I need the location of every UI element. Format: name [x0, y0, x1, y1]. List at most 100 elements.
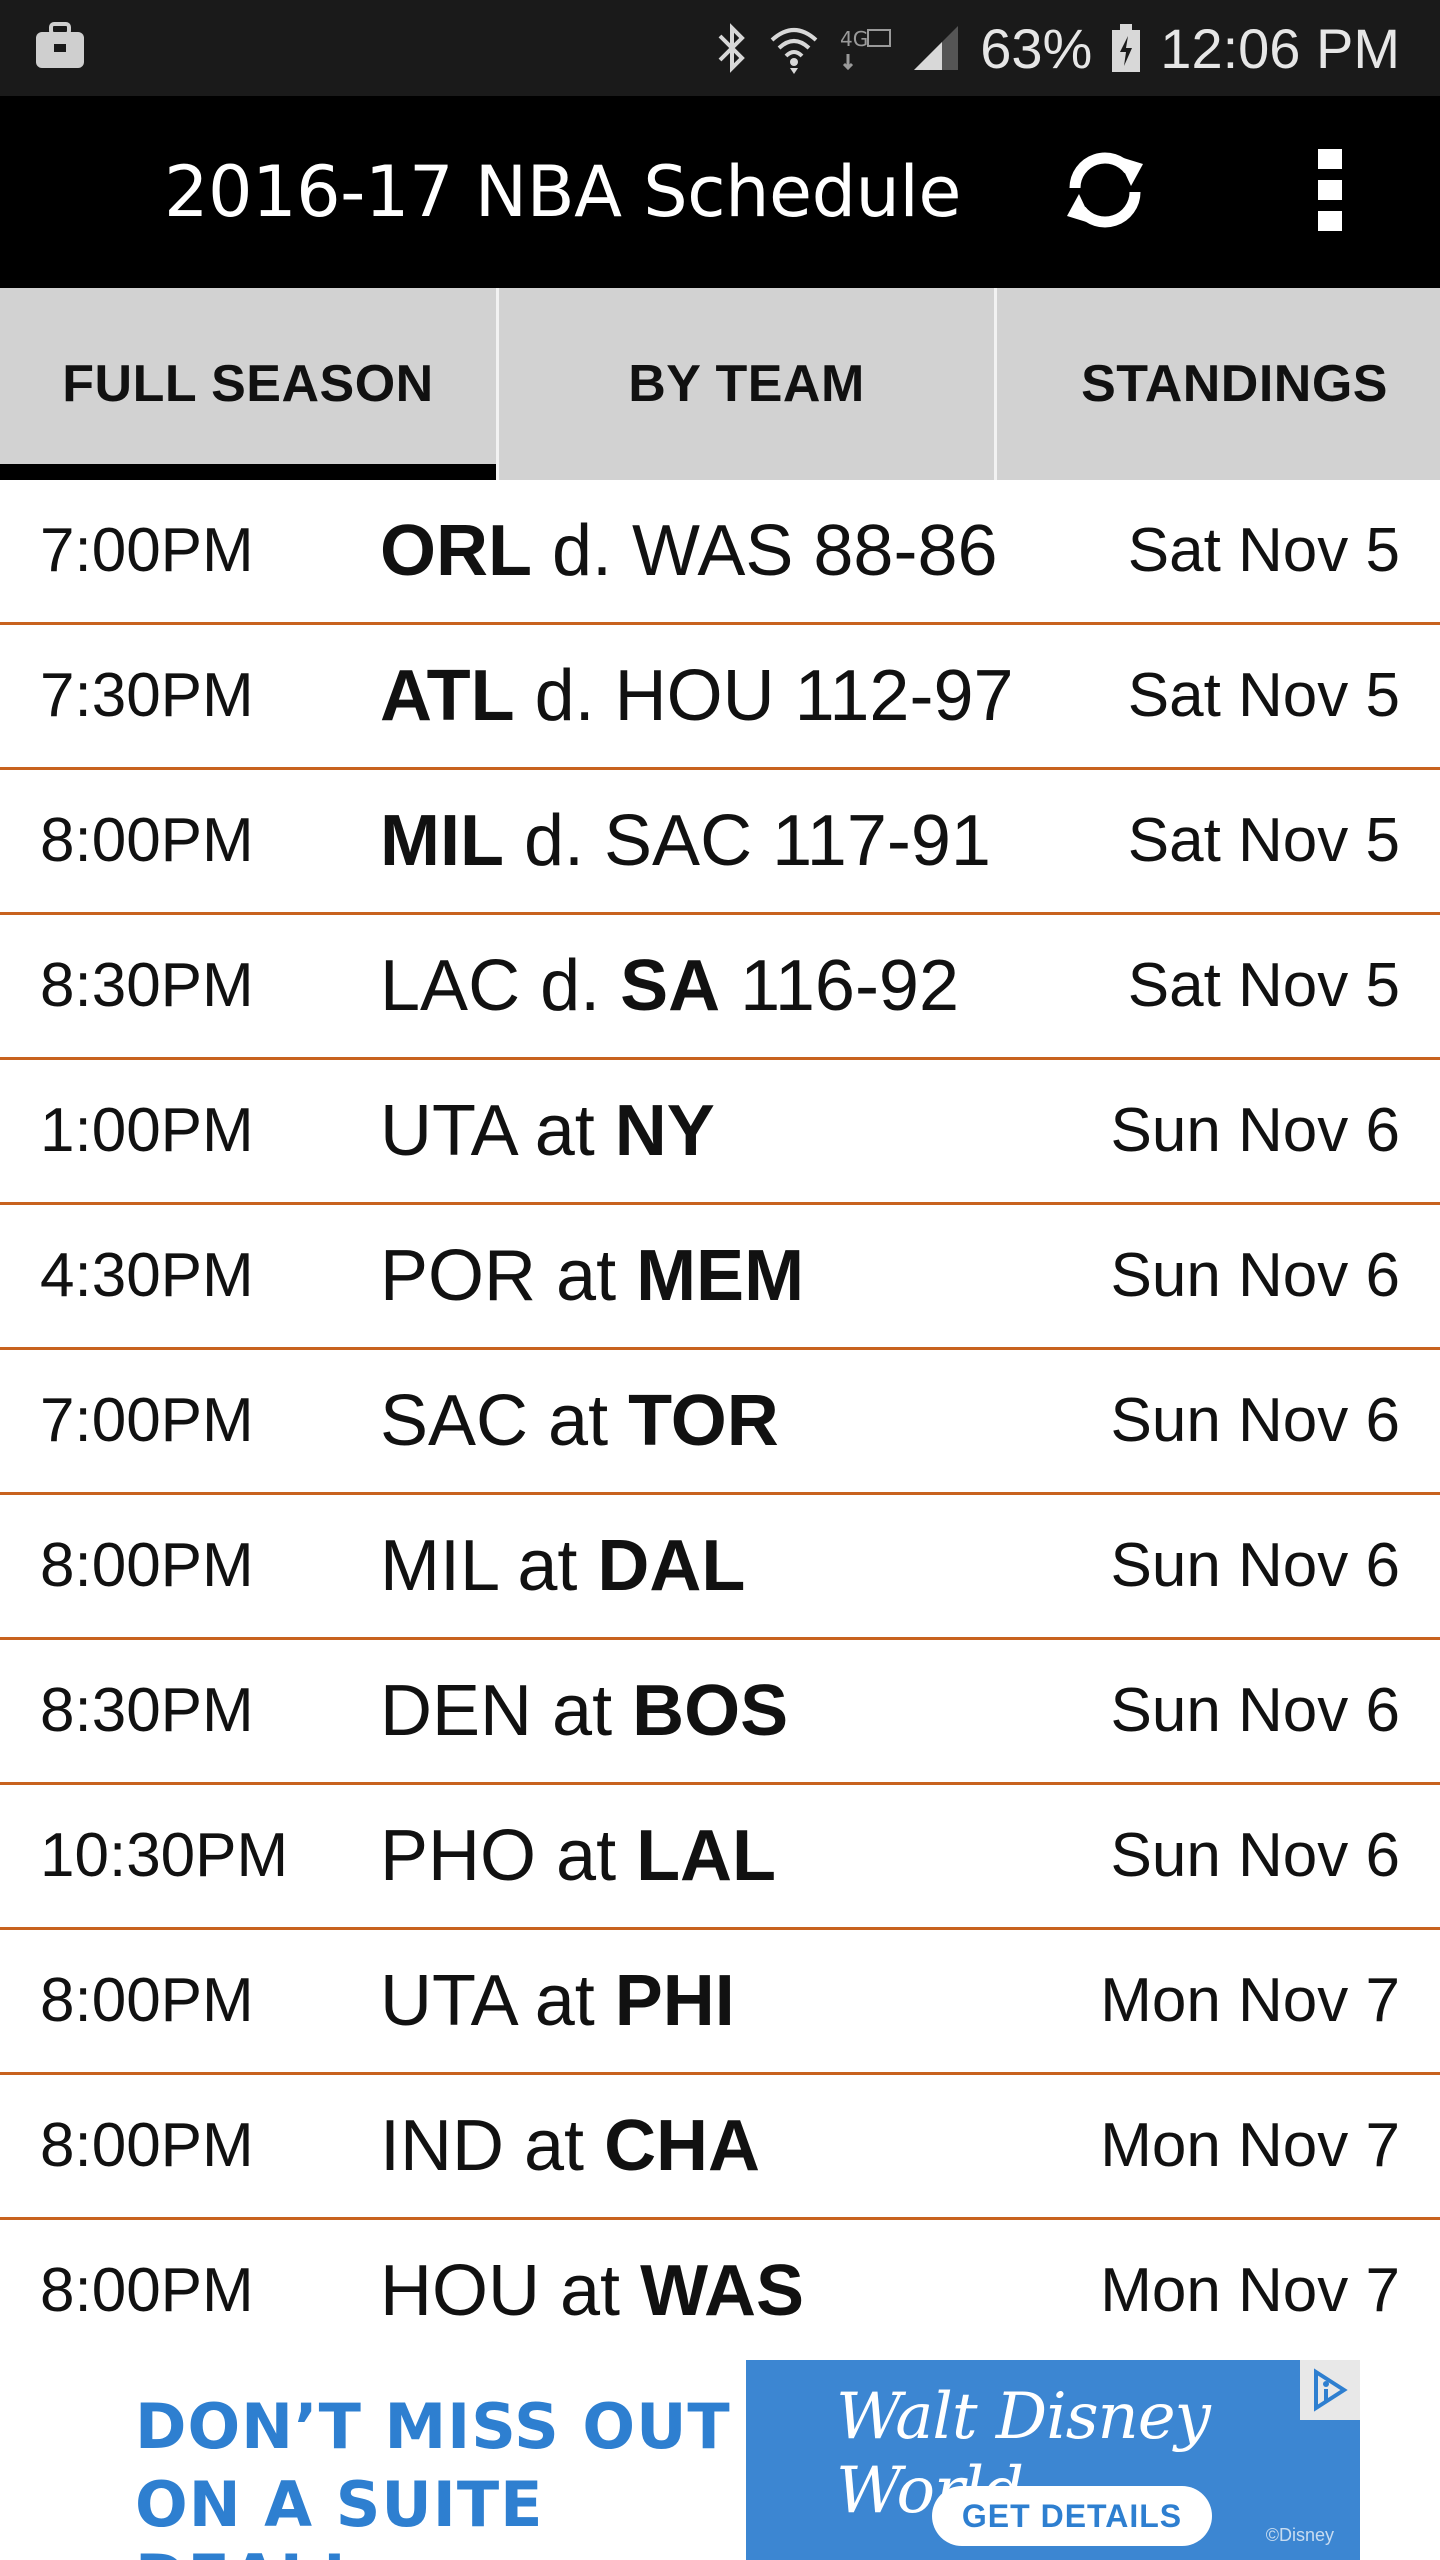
schedule-row[interactable]: 7:00PM SAC at TOR Sun Nov 6 — [0, 1350, 1440, 1495]
game-matchup: LAC d. SA 116-92 — [380, 915, 959, 1057]
matchup-text: LAC d. — [380, 946, 621, 1026]
home-or-winner-team: DAL — [597, 1526, 746, 1606]
game-time: 7:00PM — [40, 1386, 254, 1455]
overflow-menu-button[interactable] — [1280, 134, 1380, 250]
game-time: 7:00PM — [40, 516, 254, 585]
tab-standings[interactable]: STANDINGS — [994, 288, 1440, 480]
schedule-row[interactable]: 8:00PM MIL at DAL Sun Nov 6 — [0, 1495, 1440, 1640]
game-matchup: ORL d. WAS 88-86 — [380, 480, 998, 622]
briefcase-icon — [34, 22, 86, 70]
game-matchup: MIL d. SAC 117-91 — [380, 770, 991, 912]
matchup-text: d. SAC 117-91 — [503, 801, 991, 881]
tab-label: STANDINGS — [1081, 355, 1388, 413]
battery-percent: 63% — [980, 16, 1093, 80]
game-time: 8:00PM — [40, 1966, 254, 2035]
home-or-winner-team: ATL — [380, 656, 515, 736]
game-date: Mon Nov 7 — [1100, 2256, 1400, 2325]
game-matchup: HOU at WAS — [380, 2220, 804, 2362]
game-time: 8:00PM — [40, 2256, 254, 2325]
ad-text-panel[interactable]: DON’T MISS OUT ON A SUITE DEAL! — [75, 2360, 745, 2560]
schedule-row[interactable]: 7:30PM ATL d. HOU 112-97 Sat Nov 5 — [0, 625, 1440, 770]
clock: 12:06 PM — [1160, 16, 1400, 80]
game-date: Sun Nov 6 — [1110, 1096, 1400, 1165]
schedule-row[interactable]: 8:00PM MIL d. SAC 117-91 Sat Nov 5 — [0, 770, 1440, 915]
home-or-winner-team: PHI — [614, 1961, 735, 2041]
home-or-winner-team: ORL — [380, 511, 532, 591]
tab-bar: FULL SEASON BY TEAM STANDINGS — [0, 288, 1440, 480]
game-time: 8:30PM — [40, 1676, 254, 1745]
home-or-winner-team: MEM — [636, 1236, 805, 1316]
matchup-text: MIL at — [380, 1526, 598, 1606]
overflow-menu-icon — [1314, 145, 1346, 240]
game-matchup: UTA at NY — [380, 1060, 715, 1202]
game-time: 4:30PM — [40, 1241, 254, 1310]
game-date: Sun Nov 6 — [1110, 1676, 1400, 1745]
ad-get-details-button[interactable]: GET DETAILS — [932, 2486, 1212, 2546]
game-time: 8:00PM — [40, 806, 254, 875]
ad-headline-2: ON A SUITE DEAL! — [135, 2468, 544, 2560]
schedule-row[interactable]: 7:00PM ORL d. WAS 88-86 Sat Nov 5 — [0, 480, 1440, 625]
schedule-row[interactable]: 8:00PM UTA at PHI Mon Nov 7 — [0, 1930, 1440, 2075]
signal-icon — [912, 20, 962, 76]
game-date: Sun Nov 6 — [1110, 1386, 1400, 1455]
game-date: Sat Nov 5 — [1127, 806, 1400, 875]
matchup-text: d. WAS 88-86 — [531, 511, 998, 591]
game-matchup: POR at MEM — [380, 1205, 804, 1347]
home-or-winner-team: NY — [614, 1091, 715, 1171]
schedule-row[interactable]: 1:00PM UTA at NY Sun Nov 6 — [0, 1060, 1440, 1205]
home-or-winner-team: CHA — [604, 2106, 761, 2186]
game-date: Sat Nov 5 — [1127, 661, 1400, 730]
game-date: Sun Nov 6 — [1110, 1821, 1400, 1890]
matchup-text: UTA at — [380, 1961, 615, 2041]
schedule-row[interactable]: 8:30PM LAC d. SA 116-92 Sat Nov 5 — [0, 915, 1440, 1060]
game-date: Mon Nov 7 — [1100, 2111, 1400, 2180]
svg-text:4G: 4G — [840, 27, 868, 51]
tab-label: FULL SEASON — [62, 355, 434, 413]
app-title: 2016-17 NBA Schedule — [164, 151, 961, 233]
home-or-winner-team: TOR — [628, 1381, 779, 1461]
tab-full-season[interactable]: FULL SEASON — [0, 288, 496, 480]
schedule-row[interactable]: 4:30PM POR at MEM Sun Nov 6 — [0, 1205, 1440, 1350]
refresh-icon — [1057, 142, 1153, 243]
game-date: Sun Nov 6 — [1110, 1531, 1400, 1600]
app-bar: 2016-17 NBA Schedule — [0, 96, 1440, 288]
status-bar: 4G 63% 12:06 PM — [0, 0, 1440, 96]
game-matchup: UTA at PHI — [380, 1930, 735, 2072]
game-time: 8:00PM — [40, 1531, 254, 1600]
game-time: 8:00PM — [40, 2111, 254, 2180]
adchoices-icon[interactable] — [1300, 2360, 1360, 2420]
matchup-text: IND at — [380, 2106, 605, 2186]
bluetooth-icon — [714, 20, 750, 76]
tab-by-team[interactable]: BY TEAM — [496, 288, 994, 480]
game-matchup: PHO at LAL — [380, 1785, 776, 1927]
matchup-text: HOU at — [380, 2251, 641, 2331]
refresh-button[interactable] — [1040, 134, 1170, 250]
schedule-row[interactable]: 8:00PM HOU at WAS Mon Nov 7 — [0, 2220, 1440, 2365]
game-matchup: SAC at TOR — [380, 1350, 779, 1492]
matchup-text: DEN at — [380, 1671, 633, 1751]
game-date: Sun Nov 6 — [1110, 1241, 1400, 1310]
ad-banner[interactable]: DON’T MISS OUT ON A SUITE DEAL! Walt Dis… — [0, 2360, 1440, 2560]
game-time: 8:30PM — [40, 951, 254, 1020]
matchup-text: UTA at — [380, 1091, 615, 1171]
matchup-text: PHO at — [380, 1816, 637, 1896]
matchup-text: SAC at — [380, 1381, 629, 1461]
lte-icon: 4G — [838, 20, 894, 76]
home-or-winner-team: MIL — [380, 801, 504, 881]
game-time: 1:00PM — [40, 1096, 254, 1165]
home-or-winner-team: SA — [620, 946, 721, 1026]
schedule-row[interactable]: 8:30PM DEN at BOS Sun Nov 6 — [0, 1640, 1440, 1785]
matchup-text: POR at — [380, 1236, 637, 1316]
game-matchup: DEN at BOS — [380, 1640, 788, 1782]
ad-image-panel[interactable]: Walt Disney World. GET DETAILS ©Disney — [746, 2360, 1360, 2560]
game-date: Mon Nov 7 — [1100, 1966, 1400, 2035]
schedule-row[interactable]: 10:30PM PHO at LAL Sun Nov 6 — [0, 1785, 1440, 1930]
game-date: Sat Nov 5 — [1127, 516, 1400, 585]
tab-label: BY TEAM — [628, 355, 865, 413]
matchup-text: d. HOU 112-97 — [514, 656, 1014, 736]
home-or-winner-team: WAS — [640, 2251, 805, 2331]
wifi-icon — [768, 20, 820, 76]
ad-copyright: ©Disney — [1265, 2525, 1334, 2545]
ad-headline-1: DON’T MISS OUT — [135, 2390, 731, 2463]
schedule-row[interactable]: 8:00PM IND at CHA Mon Nov 7 — [0, 2075, 1440, 2220]
